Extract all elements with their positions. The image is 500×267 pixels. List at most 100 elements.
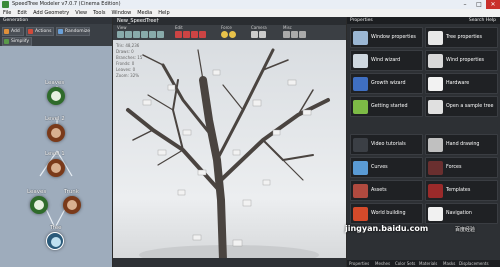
generation-toolbar: Add Actions Randomize Simplify [0,24,112,46]
view-icon[interactable] [157,31,164,38]
card-forces[interactable]: Forces [425,157,498,178]
tab-properties[interactable]: Properties [349,261,369,266]
card-label: World building [371,211,406,216]
misc-icon[interactable] [291,31,298,38]
card-label: Assets [371,188,387,193]
card-label: Curves [371,165,388,170]
tab-masks[interactable]: Masks [443,261,455,266]
menu-add-geometry[interactable]: Add Geometry [30,9,72,16]
node-leaves-left[interactable] [30,196,48,214]
generation-header: Generation [0,17,112,24]
node-leaves-top[interactable] [47,87,65,105]
viewport-tabs: New_SpeedTree† [113,17,346,25]
group-camera-label: Camera [251,25,267,30]
menu-file[interactable]: File [0,9,14,16]
edit-icon[interactable] [175,31,182,38]
card-wind-wizard[interactable]: Wind wizard [350,50,423,71]
view-icon[interactable] [141,31,148,38]
menu-tools[interactable]: Tools [90,9,108,16]
node-trunk[interactable] [63,196,81,214]
group-view-label: View [117,25,127,30]
card-label: Forces [446,165,462,170]
properties-header: Properties Search Help [347,17,500,24]
randomize-label: Randomize [65,29,91,34]
hand-icon [428,138,443,152]
video-icon [353,138,368,152]
maximize-button[interactable]: □ [472,0,486,9]
close-button[interactable]: ✕ [486,0,500,9]
add-button[interactable]: Add [2,27,24,36]
viewport-status-bar [113,258,346,267]
tab-meshes[interactable]: Meshes [375,261,390,266]
tree-render-viewport[interactable]: Tris: 48,236 Draws: 0 Branches: 15 Frond… [113,40,346,267]
force-icon[interactable] [229,31,236,38]
view-icon[interactable] [149,31,156,38]
card-templates[interactable]: Templates [425,180,498,201]
card-hardware[interactable]: Hardware [425,73,498,94]
actions-label: Actions [35,29,52,34]
world-icon [353,207,368,221]
template-icon [428,184,443,198]
view-icon[interactable] [117,31,124,38]
tab-color-sets[interactable]: Color Sets [395,261,415,266]
card-curves[interactable]: Curves [350,157,423,178]
app-icon [2,1,9,8]
card-hand-drawing[interactable]: Hand drawing [425,134,498,155]
curve-icon [353,161,368,175]
menu-view[interactable]: View [72,9,90,16]
search-help[interactable]: Search Help [469,18,496,23]
window-title: SpeedTree Modeler v7.0.7 (Cinema Edition… [12,1,121,7]
tab-displacements[interactable]: Displacements [459,261,489,266]
node-leaves-top-label: Leaves [45,80,65,86]
wind-prop-icon [428,54,443,68]
card-assets[interactable]: Assets [350,180,423,201]
leaf-icon [51,91,61,101]
node-tree[interactable] [46,232,64,250]
card-video-tutorials[interactable]: Video tutorials [350,134,423,155]
group-misc-label: Misc [283,25,292,30]
node-level2[interactable] [47,124,65,142]
camera-icon[interactable] [259,31,266,38]
edit-icon[interactable] [191,31,198,38]
card-label: Video tutorials [371,142,406,147]
leaf-icon [34,200,44,210]
misc-icon[interactable] [283,31,290,38]
tab-materials[interactable]: Materials [419,261,437,266]
force-icon [428,161,443,175]
card-getting-started[interactable]: Getting started [350,96,423,117]
misc-icon[interactable] [299,31,306,38]
card-wind-properties[interactable]: Wind properties [425,50,498,71]
nav-icon [428,207,443,221]
menu-window[interactable]: Window [108,9,134,16]
card-label: Open a sample tree [446,104,494,109]
view-icon[interactable] [133,31,140,38]
watermark-site: 百度经验 [455,227,476,233]
minimize-button[interactable]: – [458,0,472,9]
camera-icon[interactable] [251,31,258,38]
card-label: Wind properties [446,58,485,63]
menu-help[interactable]: Help [155,9,172,16]
card-window-properties[interactable]: Window properties [350,27,423,48]
title-bar: SpeedTree Modeler v7.0.7 (Cinema Edition… [0,0,500,9]
card-open-a-sample-tree[interactable]: Open a sample tree [425,96,498,117]
edit-icon[interactable] [183,31,190,38]
card-growth-wizard[interactable]: Growth wizard [350,73,423,94]
actions-button[interactable]: Actions [26,27,54,36]
card-tree-properties[interactable]: Tree properties [425,27,498,48]
card-label: Window properties [371,35,416,40]
edit-icon[interactable] [199,31,206,38]
simplify-button[interactable]: Simplify [2,37,32,46]
node-level1[interactable] [47,159,65,177]
view-icon[interactable] [125,31,132,38]
randomize-button[interactable]: Randomize [56,27,90,36]
menu-edit[interactable]: Edit [14,9,30,16]
menu-media[interactable]: Media [134,9,155,16]
card-navigation[interactable]: Navigation [425,203,498,224]
simplify-icon [4,39,9,44]
tab-scene[interactable]: New_SpeedTree† [117,18,159,24]
add-icon [4,29,9,34]
card-world-building[interactable]: World building [350,203,423,224]
force-icon[interactable] [221,31,228,38]
node-tree-label: Tree [50,225,62,231]
group-force-label: Force [221,25,232,30]
